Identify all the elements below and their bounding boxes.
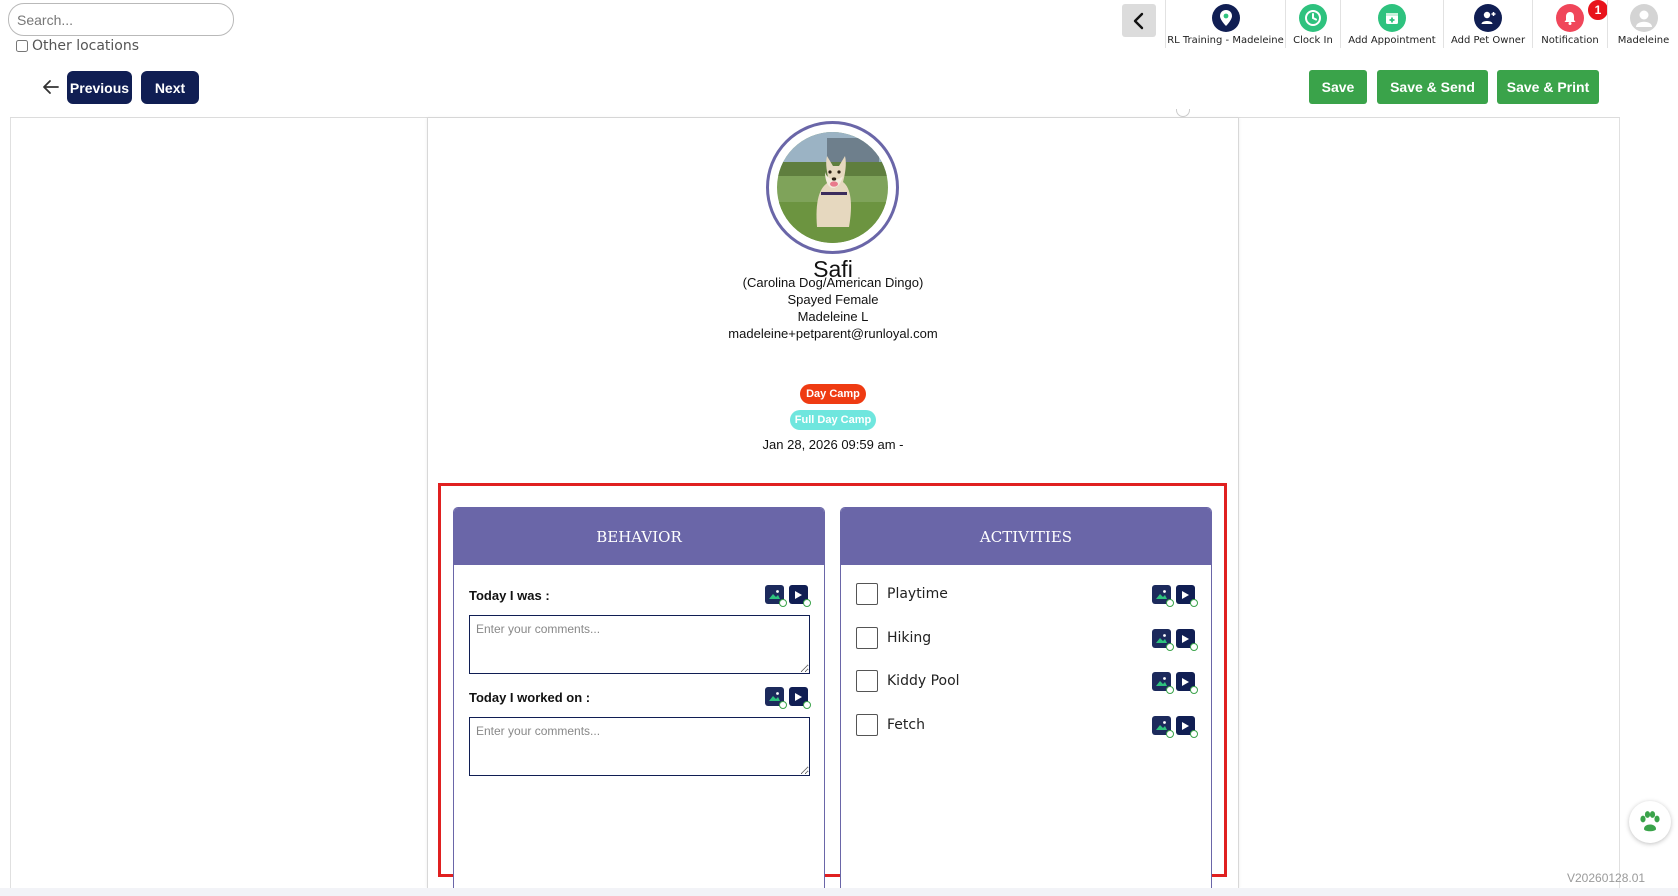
service-tag-day-camp: Day Camp <box>800 384 866 404</box>
activity-checkbox-kiddy-pool[interactable] <box>856 670 878 692</box>
add-photo-icon[interactable] <box>1152 716 1174 738</box>
fetch-media <box>1152 716 1198 738</box>
paw-help-button[interactable] <box>1629 801 1671 843</box>
kiddy-pool-media <box>1152 672 1198 694</box>
playtime-media <box>1152 585 1198 607</box>
report-toolbar: Previous Next Save Save & Send Save & Pr… <box>10 57 1620 118</box>
user-menu-button[interactable]: Madeleine <box>1607 0 1678 48</box>
bottom-strip <box>0 888 1678 896</box>
pet-avatar <box>777 132 888 243</box>
activity-item: Hiking <box>856 626 1197 650</box>
today-i-was-label: Today I was : <box>469 588 550 603</box>
hiking-media <box>1152 629 1198 651</box>
user-name-label: Madeleine <box>1617 35 1670 46</box>
appointment-datetime: Jan 28, 2026 09:59 am - <box>762 437 904 452</box>
save-and-print-button[interactable]: Save & Print <box>1497 70 1599 104</box>
clock-icon <box>1299 4 1327 32</box>
today-i-worked-on-media <box>765 687 811 709</box>
collapse-sidebar-button[interactable] <box>1122 4 1156 37</box>
previous-button[interactable]: Previous <box>67 71 132 104</box>
add-video-icon[interactable] <box>789 585 811 607</box>
add-video-icon[interactable] <box>789 687 811 709</box>
add-photo-icon[interactable] <box>1152 629 1174 651</box>
search-input[interactable] <box>8 3 234 36</box>
add-appointment-button[interactable]: Add Appointment <box>1340 0 1443 48</box>
today-i-was-media <box>765 585 811 607</box>
today-i-was-input[interactable] <box>469 615 810 674</box>
service-tag-full-day-camp: Full Day Camp <box>790 410 876 430</box>
add-video-icon[interactable] <box>1176 672 1198 694</box>
behavior-panel: BEHAVIOR Today I was : Today I worked on… <box>453 507 825 888</box>
activity-label-fetch: Fetch <box>887 717 925 733</box>
add-photo-icon[interactable] <box>1152 585 1174 607</box>
add-photo-icon[interactable] <box>765 585 787 607</box>
add-video-icon[interactable] <box>1176 716 1198 738</box>
add-pet-owner-label: Add Pet Owner <box>1450 35 1526 46</box>
behavior-panel-title: BEHAVIOR <box>454 508 824 565</box>
other-locations-checkbox[interactable] <box>16 40 28 52</box>
back-arrow-icon[interactable] <box>40 76 62 98</box>
owner-email: madeleine+petparent@runloyal.com <box>728 326 938 341</box>
notification-label: Notification <box>1541 35 1599 46</box>
activities-panel: ACTIVITIES Playtime Hiking Kiddy Pool Fe… <box>840 507 1212 888</box>
location-switcher[interactable]: RL Training - Madeleine <box>1165 0 1285 48</box>
notification-button[interactable]: 1 Notification <box>1532 0 1609 48</box>
pet-breed: (Carolina Dog/American Dingo) <box>742 275 924 290</box>
add-pet-owner-button[interactable]: Add Pet Owner <box>1443 0 1532 48</box>
bell-icon <box>1556 4 1584 32</box>
top-action-bar: RL Training - Madeleine Clock In Add App… <box>1165 0 1678 48</box>
notification-count-badge: 1 <box>1587 0 1609 21</box>
activity-checkbox-fetch[interactable] <box>856 714 878 736</box>
save-and-send-button[interactable]: Save & Send <box>1377 70 1488 104</box>
activities-panel-title: ACTIVITIES <box>841 508 1211 565</box>
app-version: V20260128.01 <box>1567 871 1646 885</box>
chevron-left-icon <box>1133 12 1144 29</box>
other-locations-option[interactable]: Other locations <box>16 38 139 54</box>
save-button[interactable]: Save <box>1309 70 1367 104</box>
add-photo-icon[interactable] <box>1152 672 1174 694</box>
paw-icon <box>1640 811 1660 832</box>
add-user-icon <box>1474 4 1502 32</box>
activity-item: Kiddy Pool <box>856 669 1197 693</box>
activity-checkbox-playtime[interactable] <box>856 583 878 605</box>
add-appointment-label: Add Appointment <box>1348 35 1436 46</box>
clock-in-button[interactable]: Clock In <box>1285 0 1340 48</box>
activity-label-hiking: Hiking <box>887 630 932 646</box>
owner-name: Madeleine L <box>797 309 869 324</box>
location-label: RL Training - Madeleine <box>1167 35 1284 46</box>
activity-item: Fetch <box>856 713 1197 737</box>
activity-label-kiddy-pool: Kiddy Pool <box>887 673 960 689</box>
activity-item: Playtime <box>856 582 1197 606</box>
activity-label-playtime: Playtime <box>887 586 948 602</box>
clock-in-label: Clock In <box>1293 35 1333 46</box>
avatar-icon <box>1629 4 1658 32</box>
pet-avatar-ring <box>766 121 899 254</box>
pet-sex: Spayed Female <box>787 292 879 307</box>
location-pin-icon <box>1211 4 1240 32</box>
calendar-plus-icon <box>1378 4 1406 32</box>
add-photo-icon[interactable] <box>765 687 787 709</box>
add-video-icon[interactable] <box>1176 585 1198 607</box>
activity-checkbox-hiking[interactable] <box>856 627 878 649</box>
today-i-worked-on-label: Today I worked on : <box>469 690 591 705</box>
today-i-worked-on-input[interactable] <box>469 717 810 776</box>
next-button[interactable]: Next <box>141 71 199 104</box>
add-video-icon[interactable] <box>1176 629 1198 651</box>
other-locations-label: Other locations <box>32 38 140 54</box>
